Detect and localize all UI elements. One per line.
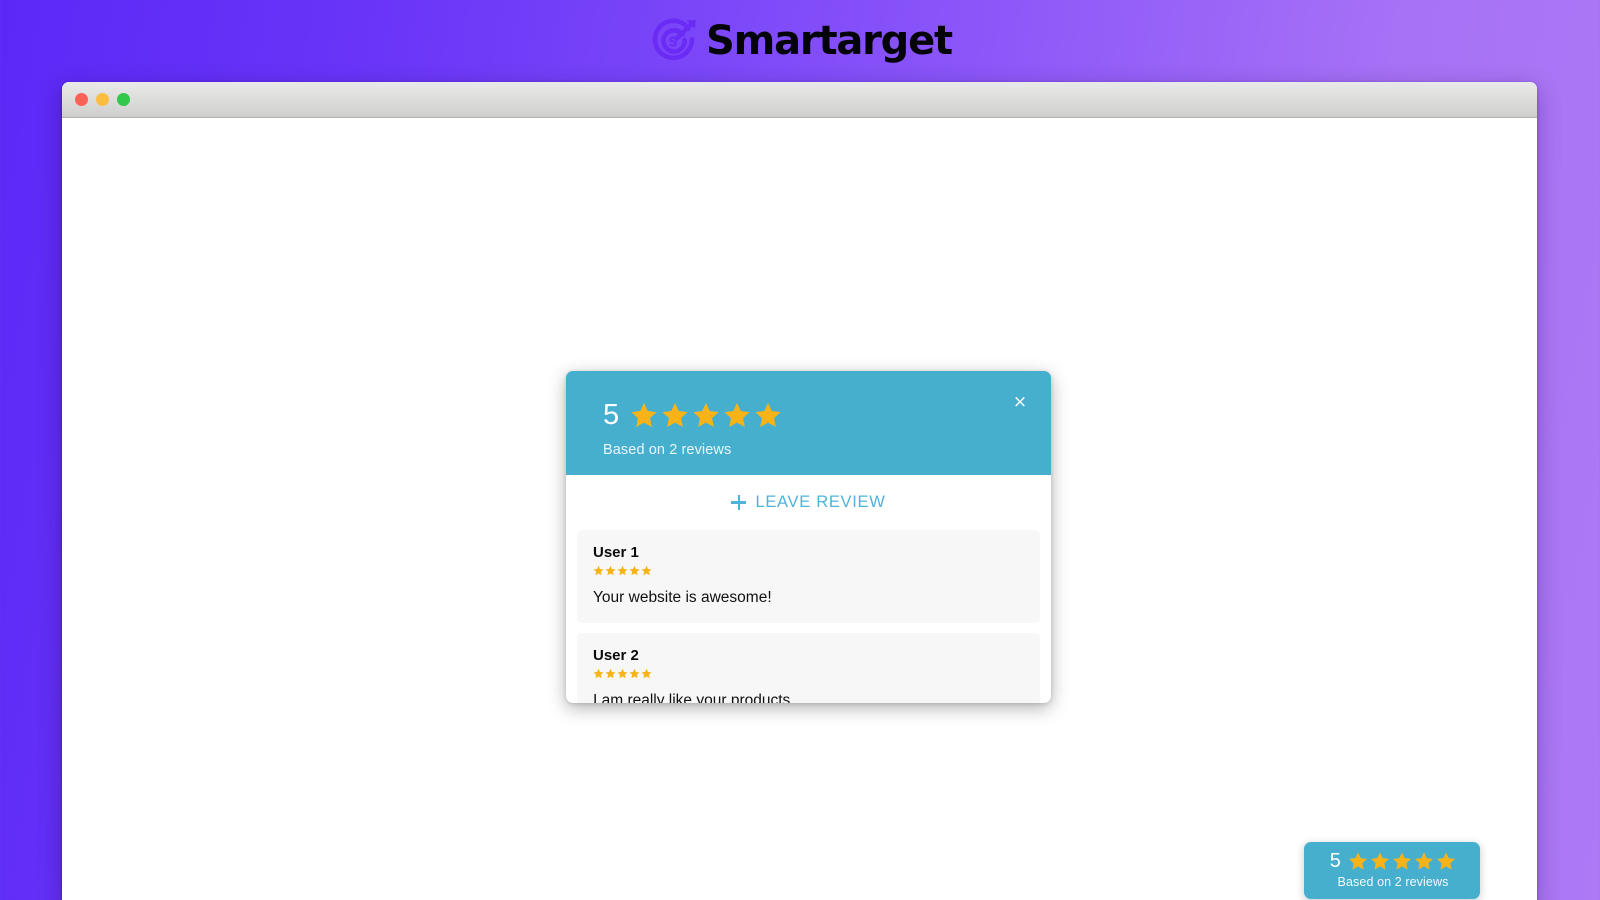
overall-rating-row: 5 [603, 397, 1027, 433]
brand-name: Smartarget [706, 18, 953, 64]
window-close-button[interactable] [75, 93, 88, 106]
star-icon [629, 565, 640, 576]
browser-window: 5 Based on 2 reviews × LEAVE REVIEW User… [62, 82, 1537, 900]
star-icon [1415, 852, 1434, 870]
reviews-list: User 1 Your website is awesome! User 2 I… [566, 530, 1051, 703]
review-card: User 2 I am really like your products [577, 633, 1040, 703]
leave-review-row: LEAVE REVIEW [566, 475, 1051, 530]
star-icon [617, 669, 628, 679]
window-maximize-button[interactable] [117, 93, 130, 106]
star-icon [1393, 852, 1412, 870]
star-icon [630, 402, 657, 428]
window-minimize-button[interactable] [96, 93, 109, 106]
plus-icon [731, 495, 747, 510]
review-card: User 1 Your website is awesome! [577, 530, 1040, 624]
review-author: User 2 [593, 647, 639, 665]
star-icon [1437, 852, 1456, 870]
star-icon [605, 565, 616, 576]
overall-rating-subtitle: Based on 2 reviews [603, 442, 732, 458]
review-text: I am really like your products [593, 692, 791, 703]
star-icon [692, 402, 719, 428]
star-icon [641, 669, 652, 679]
star-icon [593, 565, 604, 576]
badge-rating-stars [1348, 851, 1456, 871]
reviews-popup: 5 Based on 2 reviews × LEAVE REVIEW User… [566, 371, 1051, 703]
star-icon [593, 669, 604, 679]
reviews-popup-header: 5 Based on 2 reviews × [566, 371, 1051, 475]
star-icon [641, 565, 652, 576]
leave-review-button[interactable]: LEAVE REVIEW [731, 493, 885, 512]
smartarget-logo-icon: S [648, 15, 702, 67]
star-icon [723, 402, 750, 428]
badge-subtitle: Based on 2 reviews [1337, 875, 1449, 889]
star-icon [754, 402, 781, 428]
browser-titlebar [62, 82, 1537, 118]
overall-rating-score: 5 [603, 398, 620, 431]
review-stars [593, 565, 1024, 576]
star-icon [661, 402, 688, 428]
badge-rating-score: 5 [1329, 850, 1342, 872]
star-icon [1371, 852, 1390, 870]
leave-review-label: LEAVE REVIEW [755, 493, 886, 511]
review-stars [593, 668, 1024, 679]
close-icon[interactable]: × [1009, 391, 1031, 413]
star-icon [629, 669, 640, 679]
review-text: Your website is awesome! [593, 589, 772, 606]
browser-viewport: 5 Based on 2 reviews × LEAVE REVIEW User… [62, 118, 1537, 900]
overall-rating-stars [630, 401, 782, 429]
review-author: User 1 [593, 544, 639, 561]
svg-text:S: S [668, 36, 677, 51]
star-icon [617, 565, 628, 576]
star-icon [605, 669, 616, 679]
brand-header: S Smartarget [0, 0, 1600, 82]
star-icon [1349, 852, 1368, 870]
badge-rating-row: 5 [1330, 851, 1456, 871]
reviews-badge-widget[interactable]: 5 Based on 2 reviews [1304, 842, 1480, 899]
